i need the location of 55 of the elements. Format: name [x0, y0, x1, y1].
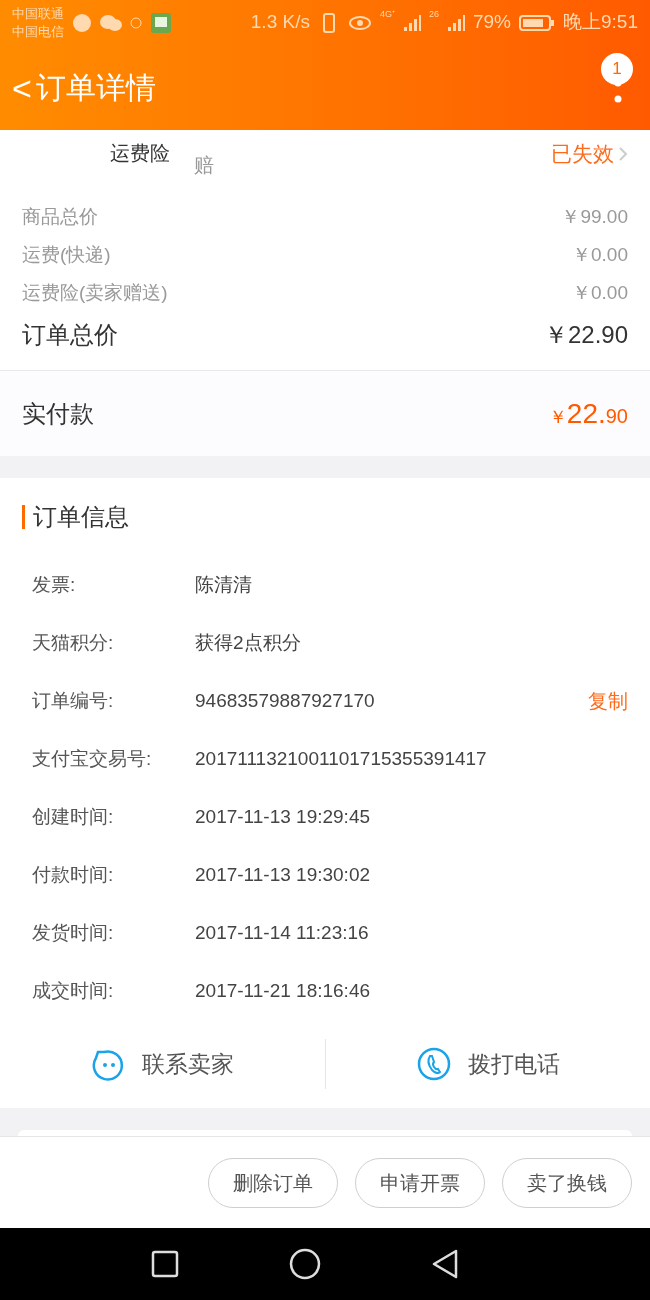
info-label: 付款时间:: [32, 862, 115, 887]
info-value: 陈清清: [195, 572, 252, 597]
section-title: 订单信息: [33, 502, 129, 532]
app-icon: [150, 11, 172, 34]
network-type: 26: [428, 8, 439, 21]
info-value: 2017-11-13 19:29:45: [195, 804, 371, 829]
carrier-name: 中国电信: [12, 22, 64, 41]
eye-icon: [347, 13, 372, 32]
phone-icon: [415, 1046, 452, 1082]
info-label: 发货时间:: [32, 920, 115, 945]
price-value: ￥99.00: [561, 204, 628, 229]
info-label: 发票:: [32, 572, 77, 597]
action-button[interactable]: 卖了换钱: [502, 1157, 632, 1208]
signal-icon: [402, 13, 421, 32]
info-value: 2017-11-14 11:23:16: [195, 920, 369, 945]
clock: 晚上9:51: [563, 10, 638, 35]
order-total-label: 订单总价: [22, 320, 118, 350]
battery-percent: 79%: [473, 10, 511, 35]
info-value: 2017-11-13 19:30:02: [195, 862, 371, 887]
battery-icon: [519, 13, 555, 32]
price-label: 运费险(卖家赠送): [22, 280, 168, 305]
order-total-value: ￥22.90: [543, 320, 628, 350]
insurance-note: 赔: [194, 153, 214, 178]
chat-bubbles-icon: [100, 13, 122, 32]
network-speed: 1.3 K/s: [250, 10, 310, 35]
small-circle-icon: [130, 16, 142, 29]
paid-label: 实付款: [22, 398, 94, 429]
action-button[interactable]: 申请开票: [355, 1157, 485, 1208]
recents-icon[interactable]: [151, 1250, 179, 1278]
price-value: ￥0.00: [572, 280, 628, 305]
contact-button[interactable]: 拨打电话: [415, 1039, 560, 1089]
contact-button[interactable]: 联系卖家: [90, 1039, 235, 1089]
network-type: 4G⁺: [379, 8, 395, 21]
price-value: ￥0.00: [572, 242, 628, 267]
info-label: 订单编号:: [32, 688, 115, 713]
info-value: 获得2点积分: [195, 630, 301, 655]
paid-amount: ￥22.90: [548, 396, 628, 431]
back-icon[interactable]: [431, 1249, 459, 1279]
action-button[interactable]: 删除订单: [208, 1157, 338, 1208]
info-label: 天猫积分:: [32, 630, 115, 655]
home-icon[interactable]: [289, 1248, 321, 1280]
price-label: 运费(快递): [22, 242, 111, 267]
signal-icon: [447, 13, 465, 32]
info-label: 支付宝交易号:: [32, 746, 153, 771]
info-value: 2017-11-21 18:16:46: [195, 978, 371, 1003]
page-title: 订单详情: [35, 70, 156, 106]
chevron-right-icon: [618, 145, 628, 162]
notification-badge: 1: [601, 52, 633, 85]
info-label: 成交时间:: [32, 978, 115, 1003]
info-label: 创建时间:: [32, 804, 115, 829]
info-value: 2017111321001101715355391417: [195, 746, 487, 771]
carrier-name: 中国联通: [12, 4, 64, 23]
info-value: 94683579887927170: [195, 688, 375, 713]
price-label: 商品总价: [22, 204, 98, 229]
insurance-label: 运费险: [109, 141, 171, 166]
